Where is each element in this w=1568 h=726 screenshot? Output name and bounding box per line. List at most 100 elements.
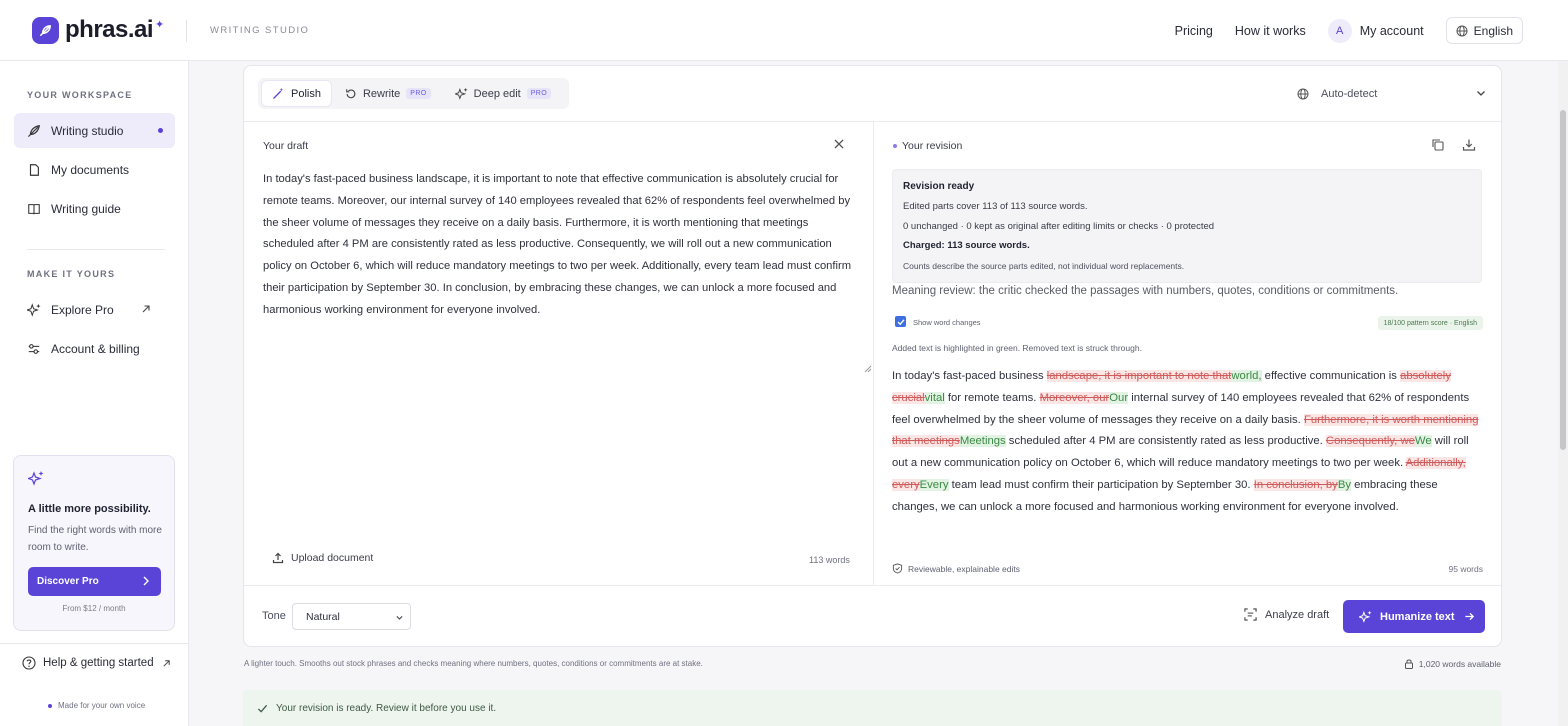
scan-icon <box>1244 608 1257 621</box>
sidebar-item-explore-pro[interactable]: Explore Pro <box>14 292 175 327</box>
tone-value: Natural <box>306 610 340 623</box>
resize-handle-icon[interactable] <box>864 365 872 373</box>
lock-icon <box>1404 659 1413 669</box>
meaning-review: Meaning review: the critic checked the p… <box>892 285 1399 297</box>
quill-icon <box>28 124 40 137</box>
show-word-changes-checkbox[interactable] <box>895 316 906 327</box>
removed-text: landscape, it is important to note that <box>1046 370 1232 382</box>
nav-how-it-works[interactable]: How it works <box>1235 24 1306 38</box>
globe-icon <box>1297 88 1309 100</box>
tab-polish[interactable]: Polish <box>262 81 331 106</box>
sidebar-item-writing-studio[interactable]: Writing studio <box>14 113 175 148</box>
removed-text: In conclusion, by <box>1253 478 1338 491</box>
sidebar: YOUR WORKSPACE Writing studio My documen… <box>0 61 189 726</box>
tab-label: Deep edit <box>473 87 521 100</box>
reviewable-label: Reviewable, explainable edits <box>908 563 1020 574</box>
unchanged-text: for remote teams. <box>944 391 1040 404</box>
pattern-score-badge: 18/100 pattern score · English <box>1377 316 1483 330</box>
discover-pro-label: Discover Pro <box>37 576 99 587</box>
tab-label: Polish <box>291 87 321 100</box>
account-menu[interactable]: A My account <box>1327 18 1424 43</box>
top-header: phras.ai ✦ WRITING STUDIO Pricing How it… <box>0 0 1568 61</box>
help-circle-icon <box>22 656 36 670</box>
sidebar-item-my-documents[interactable]: My documents <box>14 152 175 187</box>
unchanged-text: In today's fast-paced business <box>892 370 1047 382</box>
added-text: By <box>1337 478 1352 491</box>
language-select-value: Auto-detect <box>1321 88 1378 100</box>
added-text: world, <box>1231 370 1262 382</box>
nav-pricing[interactable]: Pricing <box>1175 24 1213 38</box>
help-label: Help & getting started <box>43 657 154 669</box>
globe-icon <box>1456 25 1468 36</box>
added-text: Every <box>919 478 949 491</box>
sidebar-item-label: Account & billing <box>51 341 140 356</box>
promo-price: From $12 / month <box>62 604 126 613</box>
sidebar-item-account-billing[interactable]: Account & billing <box>14 331 175 366</box>
logo-text: phras.ai <box>65 16 154 43</box>
tone-select[interactable]: Natural <box>292 603 411 630</box>
pro-badge: PRO <box>406 88 431 99</box>
pro-promo-card: A little more possibility. Find the righ… <box>13 455 175 631</box>
tab-deep-edit[interactable]: Deep edit PRO <box>445 81 561 106</box>
help-link[interactable]: Help & getting started <box>22 656 178 670</box>
tagline-text: Made for your own voice <box>58 701 146 710</box>
summary-charged: Charged: 113 source words. <box>903 240 1030 251</box>
scrollbar-thumb[interactable] <box>1560 110 1566 450</box>
editor-card: Polish Rewrite PRO Deep edit PRO Auto-de… <box>243 65 1502 647</box>
download-icon[interactable] <box>1462 138 1476 152</box>
summary-title: Revision ready <box>903 181 975 192</box>
refresh-icon <box>346 88 356 98</box>
shield-check-icon <box>892 563 903 574</box>
discover-pro-button[interactable]: Discover Pro <box>28 567 161 596</box>
reviewable-note: Reviewable, explainable edits <box>892 563 1020 574</box>
sidebar-item-label: Writing guide <box>51 201 121 216</box>
tab-rewrite[interactable]: Rewrite PRO <box>335 81 441 106</box>
revision-text: In today's fast-paced business landscape… <box>892 366 1486 519</box>
header-divider <box>186 20 187 42</box>
sparkle-icon <box>1359 610 1372 623</box>
logo[interactable]: phras.ai ✦ <box>32 16 164 44</box>
upload-label: Upload document <box>291 552 374 564</box>
top-nav: Pricing How it works A My account Englis… <box>1175 17 1523 44</box>
column-divider <box>873 122 874 585</box>
analyze-label: Analyze draft <box>1265 608 1330 621</box>
draft-textarea[interactable]: In today's fast-paced business landscape… <box>263 169 855 322</box>
sidebar-item-writing-guide[interactable]: Writing guide <box>14 191 175 226</box>
tab-label: Rewrite <box>362 87 401 100</box>
show-word-changes-label[interactable]: Show word changes <box>913 318 981 327</box>
check-icon <box>257 704 268 713</box>
language-button[interactable]: English <box>1445 17 1523 44</box>
status-text: Your revision is ready. Review it before… <box>276 702 497 714</box>
added-text: Meetings <box>959 435 1006 448</box>
status-banner: Your revision is ready. Review it before… <box>243 690 1502 726</box>
upload-document-button[interactable]: Upload document <box>272 552 373 564</box>
avatar: A <box>1327 18 1352 43</box>
unchanged-text: team lead must confirm their participati… <box>948 478 1254 491</box>
pro-badge: PRO <box>526 88 552 99</box>
added-text: We <box>1414 435 1432 448</box>
unchanged-text: scheduled after 4 PM are consistently ra… <box>1005 435 1326 448</box>
language-label: English <box>1473 23 1513 38</box>
humanize-text-button[interactable]: Humanize text <box>1343 600 1485 633</box>
chevron-down-icon <box>396 615 403 620</box>
close-icon[interactable] <box>833 138 845 150</box>
product-tag: WRITING STUDIO <box>210 25 310 36</box>
bullet-dot <box>48 703 52 708</box>
magic-wand-icon <box>273 87 284 99</box>
external-link-icon <box>142 305 150 313</box>
promo-text: Find the right words with more room to w… <box>28 525 162 553</box>
mode-description: A lighter touch. Smooths out stock phras… <box>244 659 703 668</box>
language-select[interactable]: Auto-detect <box>1297 84 1487 104</box>
humanize-label: Humanize text <box>1380 610 1455 623</box>
added-text: Our <box>1109 391 1129 404</box>
account-label: My account <box>1359 23 1424 38</box>
divider <box>244 585 1501 586</box>
summary-note: Counts describe the source parts edited,… <box>903 261 1185 271</box>
document-icon <box>29 163 39 176</box>
revision-label: Your revision <box>902 140 963 152</box>
chevron-right-icon <box>143 576 149 586</box>
copy-icon[interactable] <box>1431 138 1445 152</box>
analyze-draft-button[interactable]: Analyze draft <box>1244 608 1329 621</box>
external-link-icon <box>163 659 170 667</box>
mode-tabs: Polish Rewrite PRO Deep edit PRO <box>258 78 570 109</box>
